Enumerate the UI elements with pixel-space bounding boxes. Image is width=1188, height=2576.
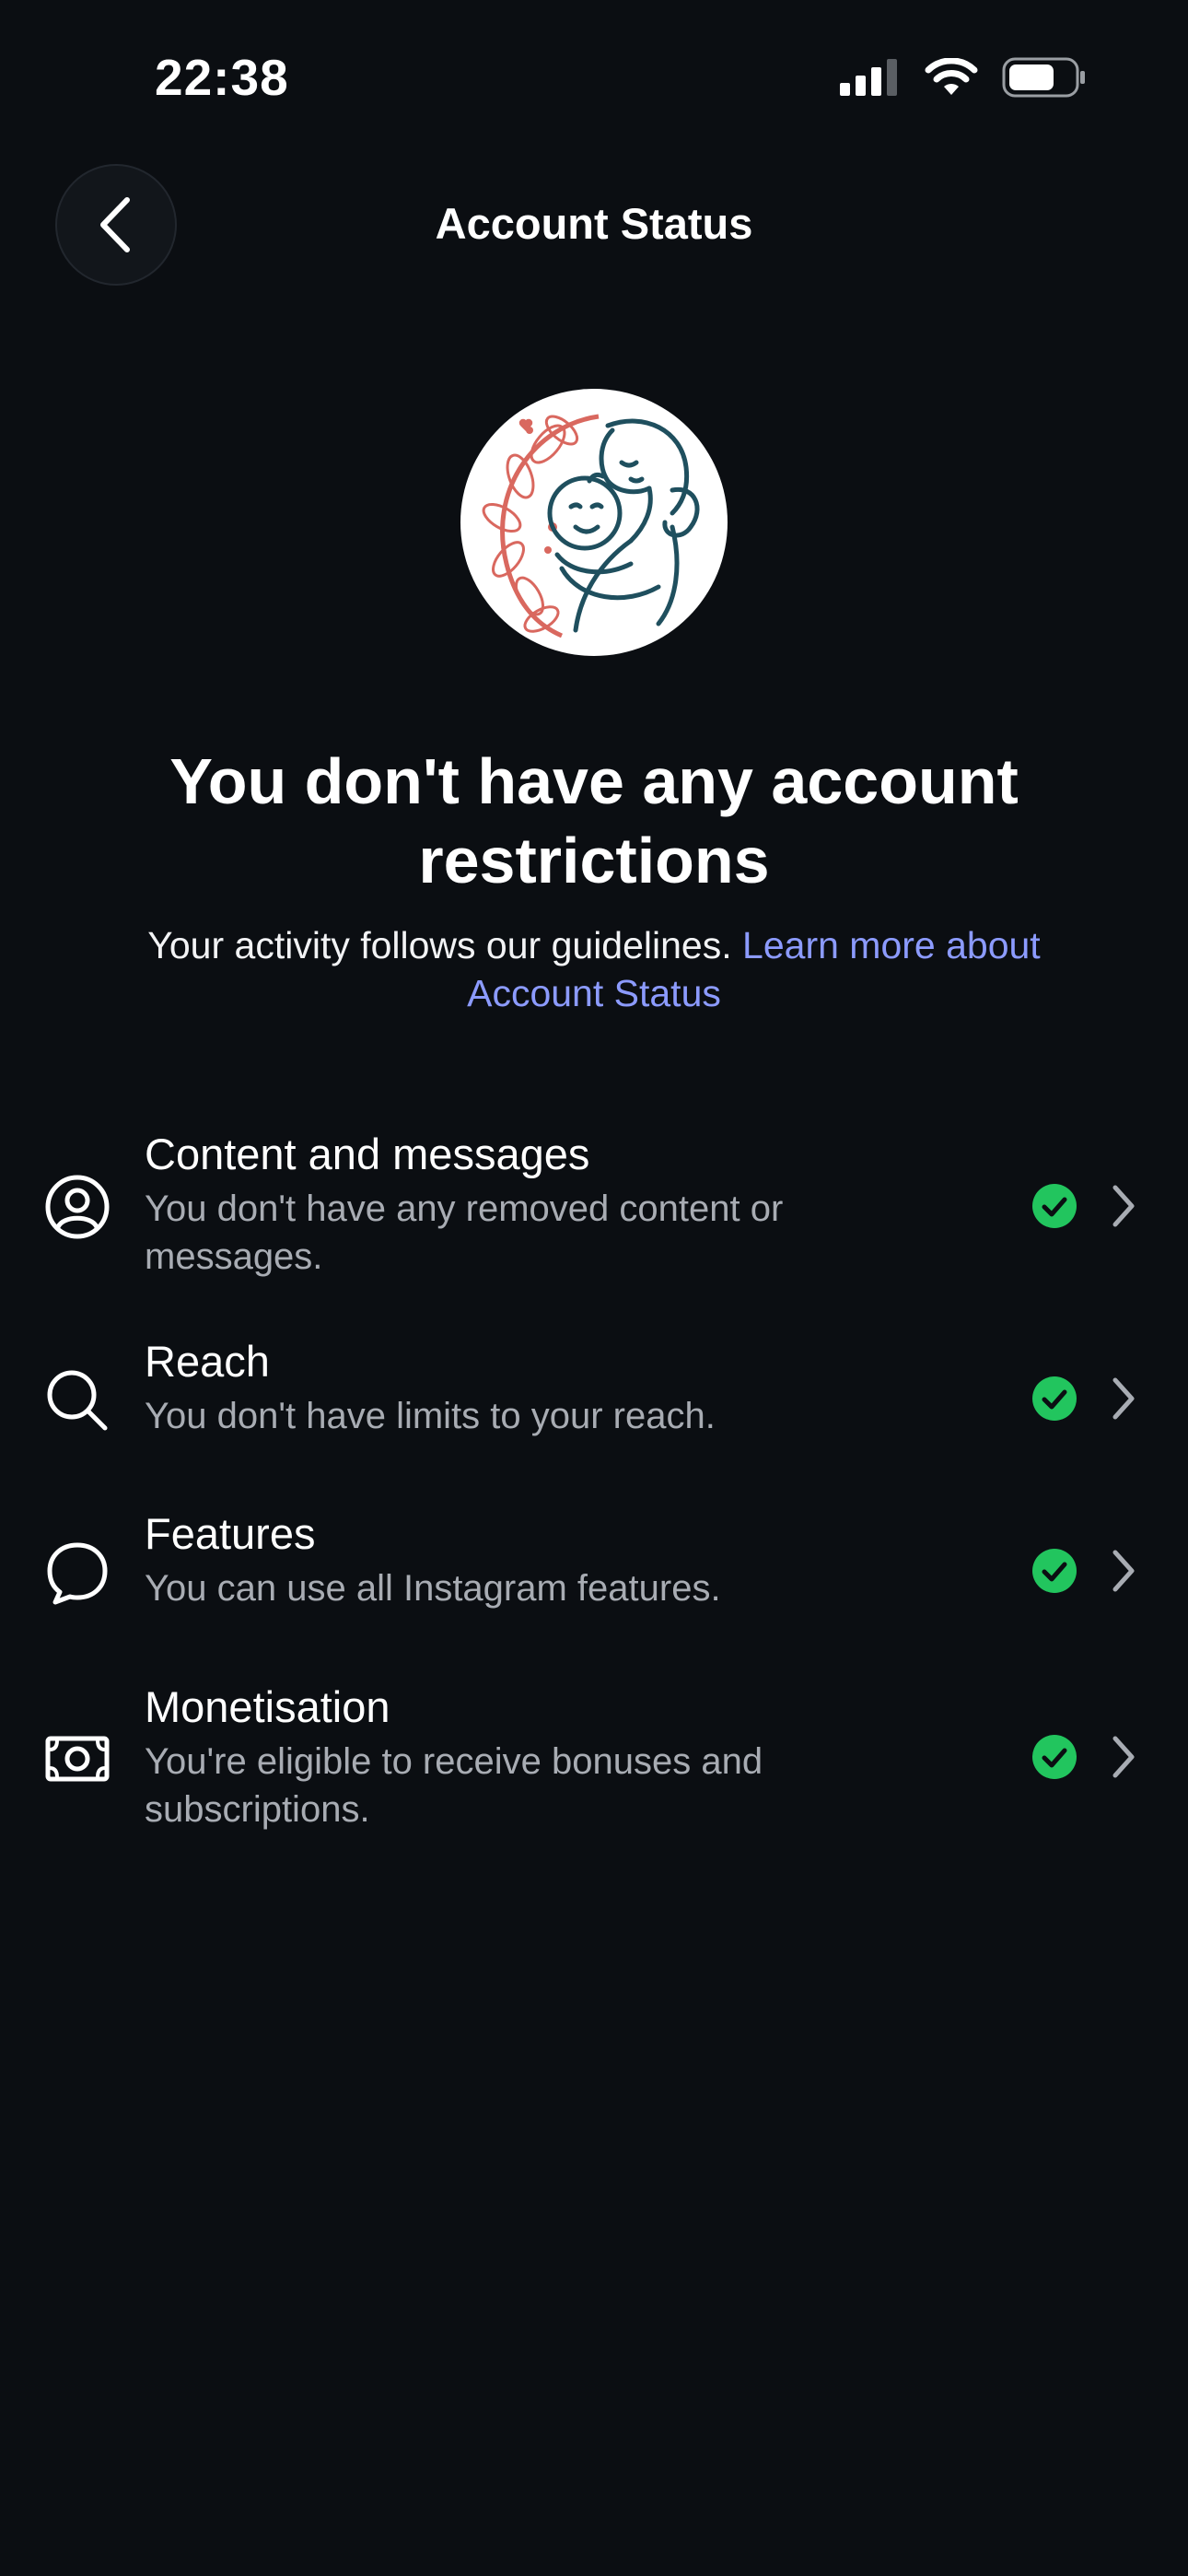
search-icon xyxy=(42,1365,112,1435)
list-item-title: Monetisation xyxy=(145,1682,390,1731)
list-item-description: You're eligible to receive bonuses and s… xyxy=(145,1741,763,1830)
cellular-signal-icon xyxy=(840,59,897,96)
list-item-description: You can use all Instagram features. xyxy=(145,1568,721,1609)
status-subtext: Your activity follows our guidelines. Le… xyxy=(92,921,1096,1017)
battery-icon xyxy=(1002,57,1085,98)
chevron-right-icon xyxy=(1112,1736,1135,1778)
profile-avatar xyxy=(460,389,728,656)
check-circle-icon xyxy=(1032,1184,1077,1228)
page-title: Account Status xyxy=(435,199,753,248)
chevron-right-icon xyxy=(1112,1377,1135,1420)
list-item-features[interactable]: Features You can use all Instagram featu… xyxy=(0,1508,1188,1637)
list-item-reach[interactable]: Reach You don't have limits to your reac… xyxy=(0,1336,1188,1465)
check-circle-icon xyxy=(1032,1549,1077,1593)
check-circle-icon xyxy=(1032,1376,1077,1421)
banknote-icon xyxy=(42,1724,112,1794)
chevron-right-icon xyxy=(1112,1550,1135,1592)
status-bar: 22:38 xyxy=(0,0,1188,157)
speech-bubble-icon xyxy=(42,1538,112,1608)
guidelines-text: Your activity follows our guidelines. xyxy=(147,924,732,966)
chevron-right-icon xyxy=(1112,1185,1135,1227)
list-item-title: Content and messages xyxy=(145,1130,590,1178)
wifi-icon xyxy=(925,58,978,95)
status-headline: You don't have any account restrictions xyxy=(169,745,1019,896)
mother-and-baby-illustration xyxy=(482,414,700,638)
account-status-screen: 22:38 Account Status You don't have any … xyxy=(0,0,1188,2576)
status-icons xyxy=(840,57,1087,98)
list-item-description: You don't have any removed content or me… xyxy=(145,1188,784,1277)
list-item-monetisation[interactable]: Monetisation You're eligible to receive … xyxy=(0,1681,1188,1856)
list-item-content-and-messages[interactable]: Content and messages You don't have any … xyxy=(0,1119,1188,1294)
list-item-title: Features xyxy=(145,1509,316,1558)
list-item-title: Reach xyxy=(145,1337,270,1386)
list-item-description: You don't have limits to your reach. xyxy=(145,1396,716,1436)
user-circle-icon xyxy=(42,1172,112,1242)
status-time: 22:38 xyxy=(155,49,289,106)
check-circle-icon xyxy=(1032,1735,1077,1779)
